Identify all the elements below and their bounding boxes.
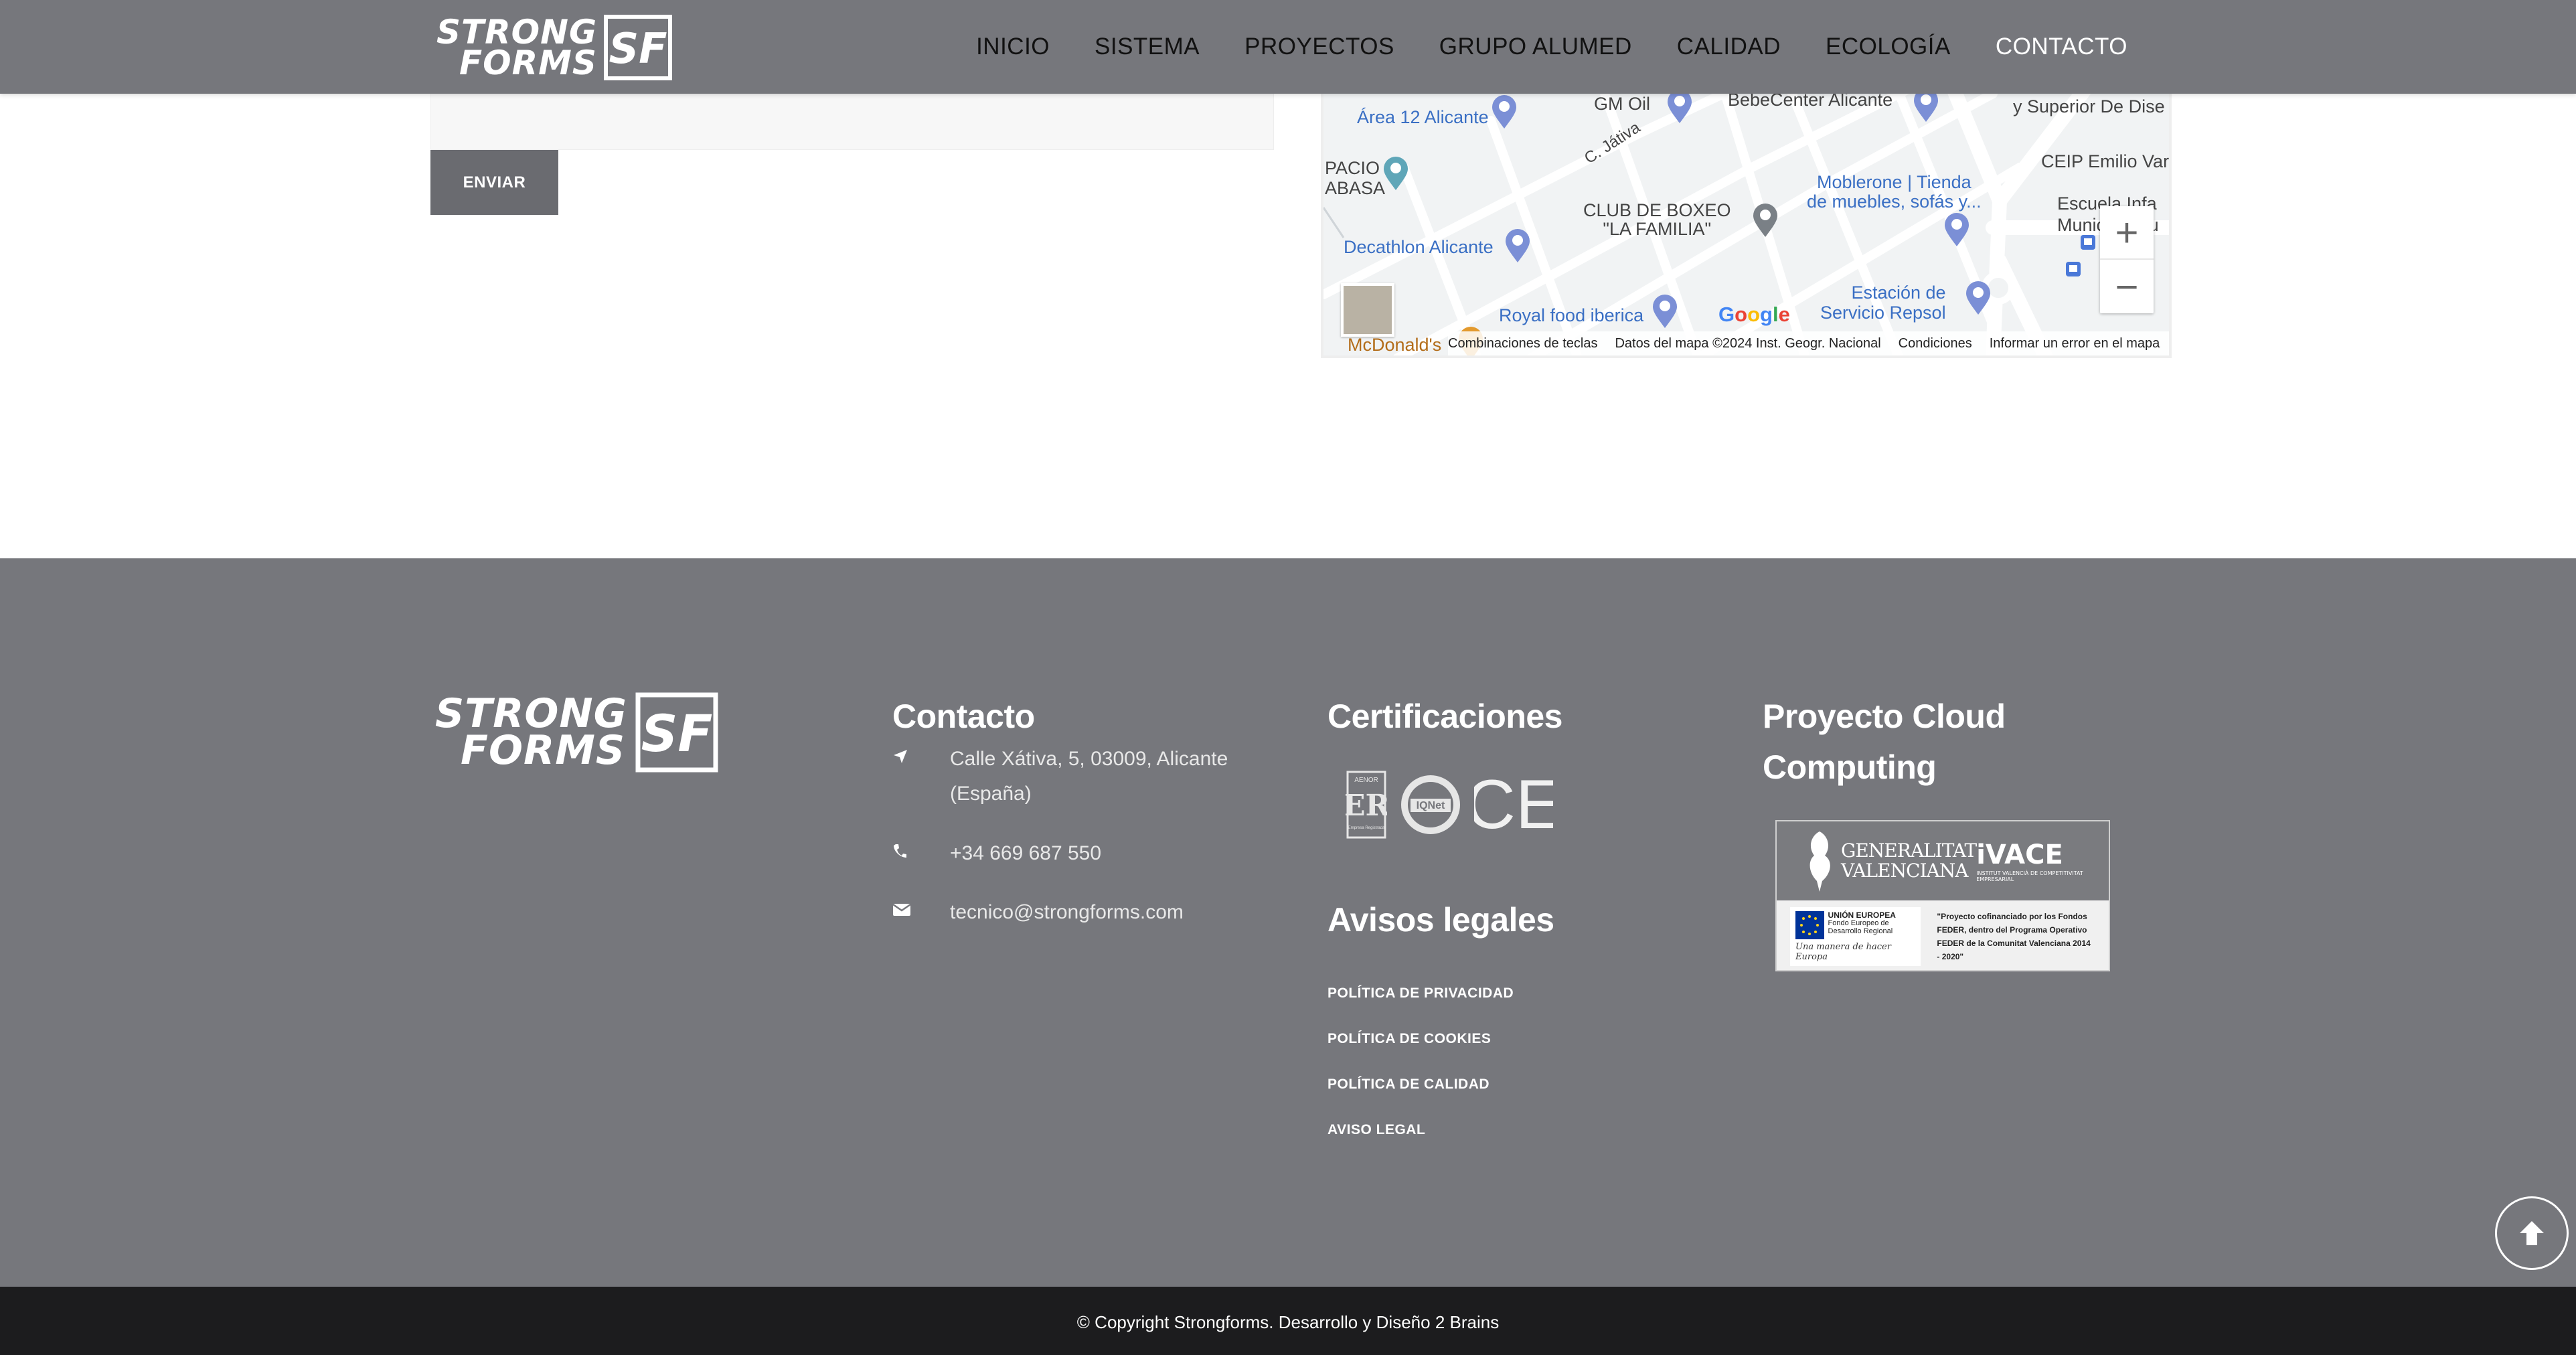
map-label[interactable]: Estación de Servicio Repsol — [1820, 283, 1946, 323]
envelope-icon — [892, 895, 950, 916]
map-label[interactable]: CLUB DE BOXEO "LA FAMILIA" — [1583, 201, 1731, 238]
ivace-logo: iVACE INSTITUT VALENCIÀ DE COMPETITIVITA… — [1976, 840, 2083, 882]
site-footer: STRONG FORMS SF — [0, 558, 2576, 1287]
certification-logos: AENOR ER Empresa Registrada IQNet CE — [1346, 770, 1553, 840]
ce-mark-icon: CE — [1474, 775, 1553, 835]
feder-text: "Proyecto cofinanciado por los Fondos FE… — [1937, 912, 2091, 961]
nav-proyectos[interactable]: PROYECTOS — [1244, 33, 1394, 60]
cookies-policy-link[interactable]: POLÍTICA DE COOKIES — [1327, 1031, 1491, 1047]
svg-text:Empresa Registrada: Empresa Registrada — [1348, 826, 1385, 830]
generalitat-bat-icon — [1809, 831, 1830, 892]
contact-heading: Contacto — [892, 698, 1035, 735]
logo-wordmark: STRONG FORMS — [436, 13, 598, 82]
nav-grupo-alumed[interactable]: GRUPO ALUMED — [1439, 33, 1632, 60]
map-label[interactable]: McDonald's — [1348, 335, 1441, 355]
map-label[interactable]: Royal food iberica — [1499, 305, 1643, 326]
svg-text:IQNet: IQNet — [1417, 800, 1445, 811]
map-pin-icon[interactable] — [1752, 202, 1779, 238]
scroll-to-top-button[interactable] — [2495, 1196, 2569, 1270]
google-map[interactable]: Área 12 Alicante GM Oil BebeCenter Alica… — [1321, 94, 2172, 358]
send-button[interactable]: ENVIAR — [430, 150, 558, 215]
zoom-out-button[interactable]: − — [2100, 260, 2154, 313]
map-label[interactable]: CEIP Emilio Var — [2041, 151, 2169, 172]
copyright-text: © Copyright Strongforms. Desarrollo y Di… — [1076, 1311, 1500, 1332]
certifications-heading: Certificaciones — [1327, 698, 1562, 735]
eu-feder-logo: UNIÓN EUROPEA Fondo Europeo de Desarrollo… — [1790, 907, 1921, 966]
zoom-in-button[interactable]: + — [2100, 206, 2154, 260]
nav-ecologia[interactable]: ECOLOGÍA — [1826, 33, 1951, 60]
contact-email: tecnico@strongforms.com — [892, 895, 1271, 930]
map-pin-icon[interactable] — [1666, 94, 1693, 125]
svg-text:SF: SF — [641, 704, 712, 763]
map-label[interactable]: Moblerone | Tienda de muebles, sofás y... — [1807, 173, 1982, 212]
map-pin-icon[interactable] — [1943, 212, 1970, 248]
map-data-credit: Datos del mapa ©2024 Inst. Geogr. Nacion… — [1615, 335, 1881, 351]
bus-stop-icon[interactable] — [2080, 234, 2096, 250]
map-pin-icon[interactable] — [1491, 94, 1518, 130]
main-nav: INICIO SISTEMA PROYECTOS GRUPO ALUMED CA… — [931, 0, 2127, 94]
footer-logo[interactable]: STRONG FORMS SF — [435, 692, 718, 773]
map-pin-icon[interactable] — [1965, 280, 1992, 316]
map-label[interactable]: Área 12 Alicante — [1357, 107, 1489, 128]
legal-heading: Avisos legales — [1327, 901, 1554, 939]
map-report-error-link[interactable]: Informar un error en el mapa — [1990, 336, 2160, 351]
logo-monogram-icon: SF — [635, 692, 718, 773]
nav-contacto[interactable]: CONTACTO — [1996, 33, 2127, 60]
message-textarea[interactable] — [430, 94, 1274, 150]
generalitat-valenciana-logo: GENERALITAT VALENCIANA — [1805, 829, 1977, 893]
nav-calidad[interactable]: CALIDAD — [1677, 33, 1781, 60]
phone-link[interactable]: +34 669 687 550 — [950, 836, 1271, 871]
map-pin-icon[interactable] — [1504, 228, 1531, 264]
privacy-policy-link[interactable]: POLÍTICA DE PRIVACIDAD — [1327, 985, 1514, 1002]
cloud-project-heading: Proyecto Cloud Computing — [1763, 698, 2006, 786]
location-arrow-icon — [892, 742, 950, 765]
svg-text:AENOR: AENOR — [1354, 777, 1378, 784]
quality-policy-link[interactable]: POLÍTICA DE CALIDAD — [1327, 1077, 1490, 1093]
svg-text:CE: CE — [1474, 775, 1553, 835]
email-link[interactable]: tecnico@strongforms.com — [950, 895, 1271, 930]
map-label[interactable]: BebeCenter Alicante — [1728, 94, 1893, 110]
logo-wordmark: STRONG FORMS — [435, 690, 627, 774]
logo-monogram-icon: SF — [604, 15, 673, 80]
phone-icon — [892, 836, 950, 859]
legal-notice-link[interactable]: AVISO LEGAL — [1327, 1122, 1425, 1138]
map-satellite-toggle[interactable] — [1341, 283, 1394, 337]
nav-sistema[interactable]: SISTEMA — [1095, 33, 1200, 60]
map-label[interactable]: y Superior De Dise — [2013, 96, 2165, 117]
iqnet-badge-icon: IQNet — [1401, 775, 1460, 834]
map-label[interactable]: GM Oil — [1594, 94, 1650, 114]
nav-inicio[interactable]: INICIO — [976, 33, 1050, 60]
map-attribution: Combinaciones de teclas Datos del mapa ©… — [1448, 331, 2169, 355]
copyright-bar: © Copyright Strongforms. Desarrollo y Di… — [0, 1287, 2576, 1355]
map-pin-icon[interactable] — [1913, 94, 1939, 123]
map-label[interactable]: PACIO ABASA — [1325, 158, 1385, 198]
aenor-er-badge-icon: AENOR ER Empresa Registrada — [1346, 771, 1387, 839]
map-pin-icon[interactable] — [1652, 293, 1678, 329]
map-keyboard-shortcuts-link[interactable]: Combinaciones de teclas — [1448, 336, 1597, 351]
svg-text:SF: SF — [609, 24, 667, 73]
google-logo: Google — [1718, 303, 1790, 326]
header-logo[interactable]: STRONG FORMS SF — [436, 13, 673, 82]
map-label[interactable]: Decathlon Alicante — [1344, 237, 1494, 258]
contact-phone: +34 669 687 550 — [892, 836, 1271, 871]
funding-banner: GENERALITAT VALENCIANA iVACE INSTITUT VAL… — [1775, 820, 2110, 971]
map-terms-link[interactable]: Condiciones — [1899, 336, 1972, 351]
contact-address: Calle Xátiva, 5, 03009, Alicante (España… — [892, 742, 1271, 811]
site-header: STRONG FORMS SF INICIO SISTEMA PROYECTOS… — [0, 0, 2576, 94]
svg-text:ER: ER — [1346, 789, 1387, 823]
map-pin-icon[interactable] — [1382, 155, 1409, 191]
map-zoom-controls: + − — [2100, 206, 2154, 313]
address-text: Calle Xátiva, 5, 03009, Alicante (España… — [950, 748, 1228, 805]
arrow-up-icon — [2520, 1221, 2544, 1245]
eu-flag-icon — [1795, 911, 1824, 939]
bus-stop-icon[interactable] — [2065, 261, 2081, 277]
